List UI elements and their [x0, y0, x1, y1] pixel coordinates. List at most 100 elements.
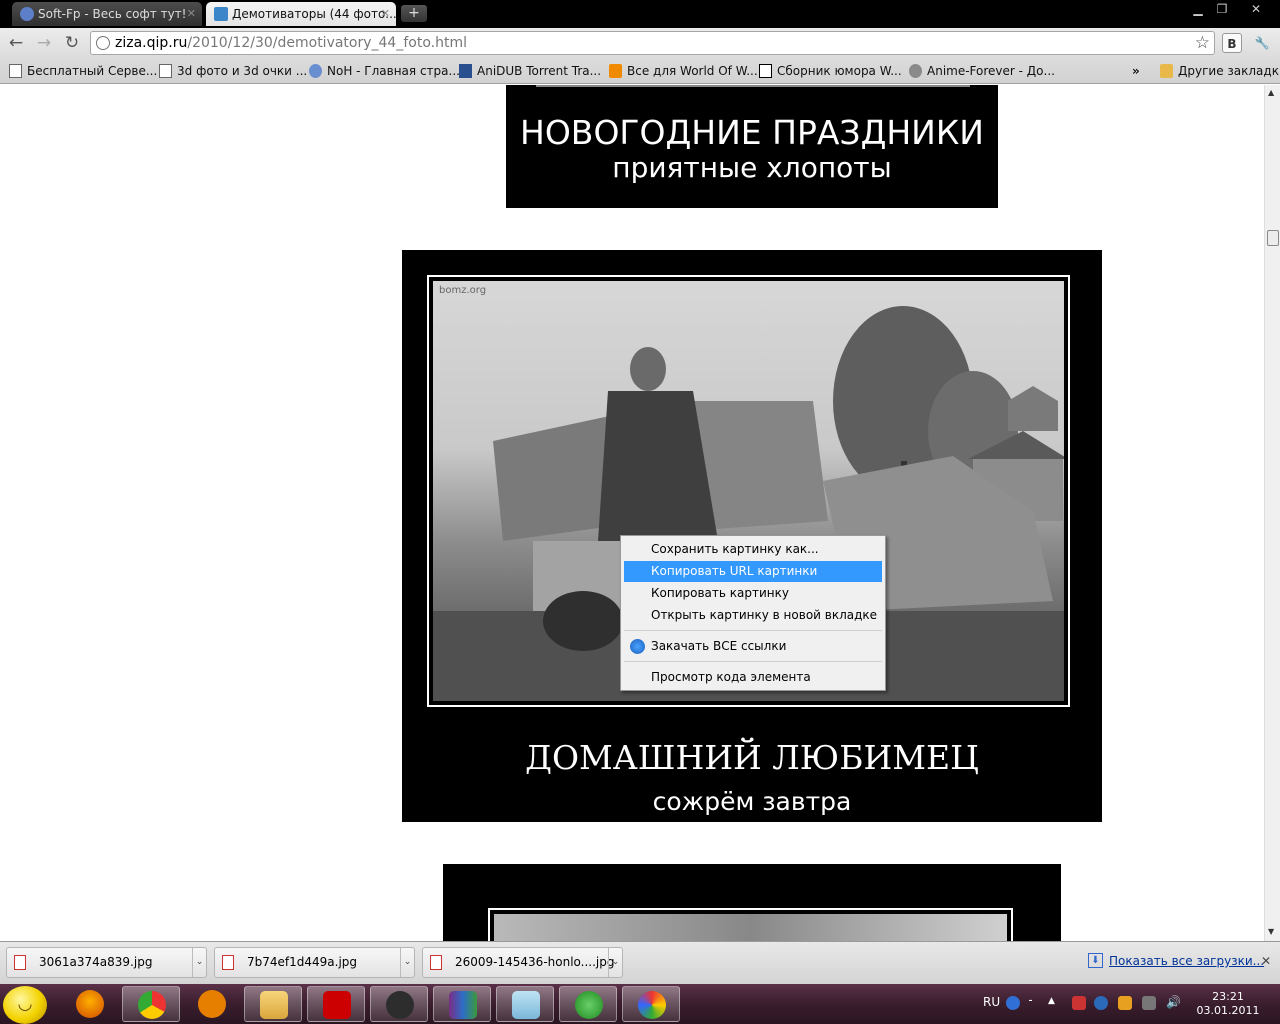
tab-close-icon[interactable]: ✕: [187, 2, 196, 26]
poster-title: НОВОГОДНИЕ ПРАЗДНИКИ: [520, 113, 984, 152]
explorer-folder-icon: [260, 991, 288, 1019]
address-url: ziza.qip.ru/2010/12/30/demotivatory_44_f…: [115, 35, 467, 51]
ime-options-icon[interactable]: ⁃: [1028, 996, 1038, 1010]
other-bookmarks[interactable]: Другие закладки: [1160, 61, 1280, 81]
taskbar-app[interactable]: [622, 986, 680, 1022]
forward-arrow-icon[interactable]: →: [33, 32, 55, 54]
bookmark-item[interactable]: 3d фото и 3d очки ...: [159, 61, 307, 81]
blog-icon: [609, 64, 622, 78]
winrar-icon: [449, 991, 477, 1019]
taskbar-app[interactable]: [370, 986, 428, 1022]
bookmark-item[interactable]: AniDUB Torrent Tra...: [459, 61, 601, 81]
noh-icon: [309, 64, 322, 78]
minimize-button[interactable]: ▁: [1186, 2, 1210, 18]
paint-icon: [638, 991, 666, 1019]
demotivator-poster[interactable]: НОВОГОДНИЕ ПРАЗДНИКИ приятные хлопоты: [506, 85, 998, 208]
poster-subtitle: сожрём завтра: [652, 787, 852, 816]
show-all-downloads-link[interactable]: ⬇ Показать все загрузки...: [1088, 953, 1264, 968]
bookmark-item[interactable]: Anime-Forever - До...: [909, 61, 1055, 81]
tab-title: Демотиваторы (44 фото...: [232, 7, 396, 21]
clock[interactable]: 23:21 03.01.2011: [1196, 990, 1260, 1018]
download-item[interactable]: 3061a374a839.jpg ⌄: [6, 947, 207, 978]
anidub-icon: [459, 64, 472, 78]
network-icon[interactable]: [1142, 996, 1156, 1010]
firefox-icon: [76, 990, 104, 1018]
demotivator-poster[interactable]: [443, 864, 1061, 941]
bookmark-item[interactable]: Все для World Of W...: [609, 61, 758, 81]
bookmark-item[interactable]: Сборник юмора W...: [759, 61, 902, 81]
image-file-icon: [14, 955, 26, 970]
menu-copy-image-url[interactable]: Копировать URL картинки: [624, 561, 882, 582]
page-icon: [9, 64, 22, 78]
scroll-up-icon[interactable]: ▲: [1268, 88, 1274, 97]
acrobat-icon: [323, 991, 351, 1019]
anime-icon: [909, 64, 922, 78]
action-center-flag-icon[interactable]: [1072, 996, 1086, 1010]
extension-button[interactable]: B: [1222, 33, 1242, 53]
taskbar-app[interactable]: [559, 986, 617, 1022]
reload-icon[interactable]: ↻: [61, 32, 83, 54]
download-menu-chevron-icon[interactable]: ⌄: [400, 948, 414, 977]
taskbar-app[interactable]: [496, 986, 554, 1022]
tab-close-icon[interactable]: ✕: [381, 2, 390, 26]
smiley-icon: ◡: [17, 994, 33, 1014]
notepad-icon: [512, 991, 540, 1019]
taskbar-app[interactable]: [433, 986, 491, 1022]
help-icon[interactable]: [1006, 996, 1020, 1010]
scroll-down-icon[interactable]: ▼: [1268, 927, 1274, 936]
close-window-button[interactable]: ✕: [1236, 2, 1276, 18]
scrollbar-thumb[interactable]: [1267, 230, 1279, 246]
tray-app-icon[interactable]: [1118, 996, 1132, 1010]
wrench-menu-icon[interactable]: 🔧: [1252, 33, 1272, 53]
lol-icon: [759, 64, 772, 78]
taskbar-app[interactable]: [61, 986, 119, 1022]
clock-time: 23:21: [1212, 990, 1244, 1003]
download-menu-chevron-icon[interactable]: ⌄: [608, 948, 622, 977]
download-master-icon: [630, 639, 645, 654]
close-shelf-icon[interactable]: ✕: [1261, 954, 1271, 968]
chrome-icon: [138, 991, 166, 1019]
tray-app-icon[interactable]: [1094, 996, 1108, 1010]
menu-inspect-element[interactable]: Просмотр кода элемента: [624, 667, 882, 688]
bookmarks-bar: Бесплатный Серве... 3d фото и 3d очки ..…: [0, 58, 1280, 84]
page-icon: [159, 64, 172, 78]
back-arrow-icon[interactable]: ←: [5, 32, 27, 54]
photo-watermark: bomz.org: [439, 285, 487, 296]
downloads-shelf: 3061a374a839.jpg ⌄ 7b74ef1d449a.jpg ⌄ 26…: [0, 941, 1280, 984]
taskbar-app[interactable]: [183, 986, 241, 1022]
taskbar-app[interactable]: [244, 986, 302, 1022]
show-hidden-icons-icon[interactable]: ▲: [1048, 996, 1058, 1010]
bookmark-star-icon[interactable]: ☆: [1195, 32, 1210, 54]
download-menu-chevron-icon[interactable]: ⌄: [192, 948, 206, 977]
language-indicator[interactable]: RU: [983, 995, 1000, 1009]
taskbar-app[interactable]: [307, 986, 365, 1022]
download-item[interactable]: 26009-145436-honlo....jpg ⌄: [422, 947, 623, 978]
new-tab-button[interactable]: +: [401, 5, 427, 22]
menu-save-image-as[interactable]: Сохранить картинку как...: [624, 539, 882, 560]
bookmark-item[interactable]: NoH - Главная стра...: [309, 61, 460, 81]
menu-open-image-new-tab[interactable]: Открыть картинку в новой вкладке: [624, 605, 882, 626]
browser-toolbar: ← → ↻ ziza.qip.ru/2010/12/30/demotivator…: [0, 28, 1280, 58]
bookmark-item[interactable]: Бесплатный Серве...: [9, 61, 157, 81]
bookmarks-overflow-chevron[interactable]: »: [1132, 61, 1140, 81]
start-button[interactable]: ◡: [3, 986, 47, 1024]
menu-download-all-links[interactable]: Закачать ВСЕ ссылки: [624, 636, 882, 657]
taskbar-app[interactable]: [122, 986, 180, 1022]
menu-copy-image[interactable]: Копировать картинку: [624, 583, 882, 604]
tab-demotivatory[interactable]: Демотиваторы (44 фото... ✕: [206, 2, 396, 26]
poster-title: ДОМАШНИЙ ЛЮБИМЕЦ: [525, 738, 979, 777]
address-bar[interactable]: ziza.qip.ru/2010/12/30/demotivatory_44_f…: [90, 31, 1215, 55]
frame-edge: [536, 85, 970, 87]
volume-icon[interactable]: 🔊: [1166, 996, 1181, 1010]
browser-titlebar: Soft-Fp - Весь софт тут! ✕ Демотиваторы …: [0, 0, 1280, 28]
maximize-button[interactable]: ❐: [1210, 2, 1234, 18]
windows-taskbar: ◡ RU ⁃ ▲ 🔊 23:21 03.01.2011: [0, 984, 1280, 1024]
tab-soft-fp[interactable]: Soft-Fp - Весь софт тут! ✕: [12, 2, 202, 26]
steam-icon: [386, 991, 414, 1019]
download-item[interactable]: 7b74ef1d449a.jpg ⌄: [214, 947, 415, 978]
page-scrollbar[interactable]: ▲ ▼: [1264, 85, 1280, 941]
ziza-favicon-icon: [214, 7, 228, 21]
poster-photo[interactable]: [494, 914, 1007, 941]
page-info-icon[interactable]: [96, 36, 110, 50]
page-content: НОВОГОДНИЕ ПРАЗДНИКИ приятные хлопоты bo…: [0, 85, 1264, 941]
